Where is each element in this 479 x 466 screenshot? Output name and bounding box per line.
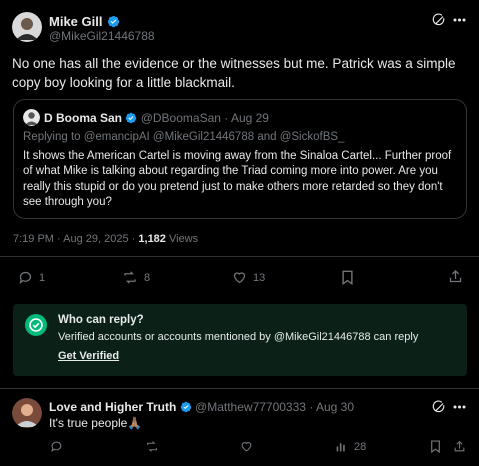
divider [0, 388, 479, 389]
reply-icon [18, 270, 33, 285]
share-icon[interactable] [448, 269, 463, 284]
bookmark-icon[interactable] [341, 270, 354, 285]
more-options-icon[interactable] [453, 18, 466, 22]
views-label: Views [168, 233, 199, 245]
reply-restriction-title: Who can reply? [58, 314, 144, 326]
quoted-author-name: D Booma San [44, 111, 123, 125]
author-name[interactable]: Mike Gill [49, 14, 102, 29]
reply-button[interactable]: 1 [18, 270, 45, 285]
reply-share-icon[interactable] [453, 440, 466, 453]
quoted-tweet-text: It shows the American Cartel is moving a… [23, 150, 452, 208]
like-icon [232, 270, 247, 285]
reply-author-name[interactable]: Love and Higher Truth [49, 400, 176, 414]
like-button[interactable]: 13 [232, 270, 265, 285]
replying-to-line: Replying to @emancipAI @MikeGil21446788 … [23, 131, 345, 143]
get-verified-link[interactable]: Get Verified [58, 350, 119, 362]
reply-views-button[interactable]: 28 [335, 440, 366, 453]
reply-reply-icon[interactable] [50, 440, 63, 453]
reply-bookmark-icon[interactable] [430, 440, 441, 453]
verified-badge-icon [107, 15, 120, 28]
grok-icon[interactable] [432, 13, 446, 27]
divider [0, 256, 479, 257]
reply-grok-icon[interactable] [432, 400, 446, 414]
author-avatar[interactable] [12, 12, 42, 42]
verified-badge-icon [125, 112, 137, 124]
repost-button[interactable]: 8 [122, 270, 150, 285]
replying-to-handles[interactable]: @emancipAI @MikeGil21446788 [84, 131, 254, 143]
check-circle-icon [25, 314, 47, 336]
views-count: 1,182 [138, 233, 166, 245]
reply-text: It's true people🙏🏽 [49, 416, 143, 430]
reply-more-options-icon[interactable] [453, 405, 466, 409]
quoted-author-avatar [23, 109, 40, 126]
tweet-timestamp[interactable]: 7:19 PM · Aug 29, 2025 [13, 233, 129, 245]
author-handle[interactable]: @MikeGil21446788 [49, 29, 155, 43]
reply-author-handle[interactable]: @Matthew77700333 [195, 400, 306, 414]
reply-author-avatar[interactable] [12, 398, 42, 428]
quoted-date: · Aug 29 [224, 111, 269, 125]
views-icon [335, 440, 348, 453]
repost-icon [122, 270, 138, 285]
reply-restriction-description: Verified accounts or accounts mentioned … [58, 331, 419, 343]
reply-date[interactable]: · Aug 30 [309, 400, 354, 414]
reply-repost-icon[interactable] [145, 440, 159, 453]
reply-like-icon[interactable] [240, 440, 253, 453]
replying-to-handle-2[interactable]: @SickofBS_ [280, 131, 345, 143]
verified-badge-icon [180, 401, 192, 413]
tweet-text: No one has all the evidence or the witne… [12, 56, 456, 90]
quoted-author-handle: @DBoomaSan [140, 111, 221, 125]
